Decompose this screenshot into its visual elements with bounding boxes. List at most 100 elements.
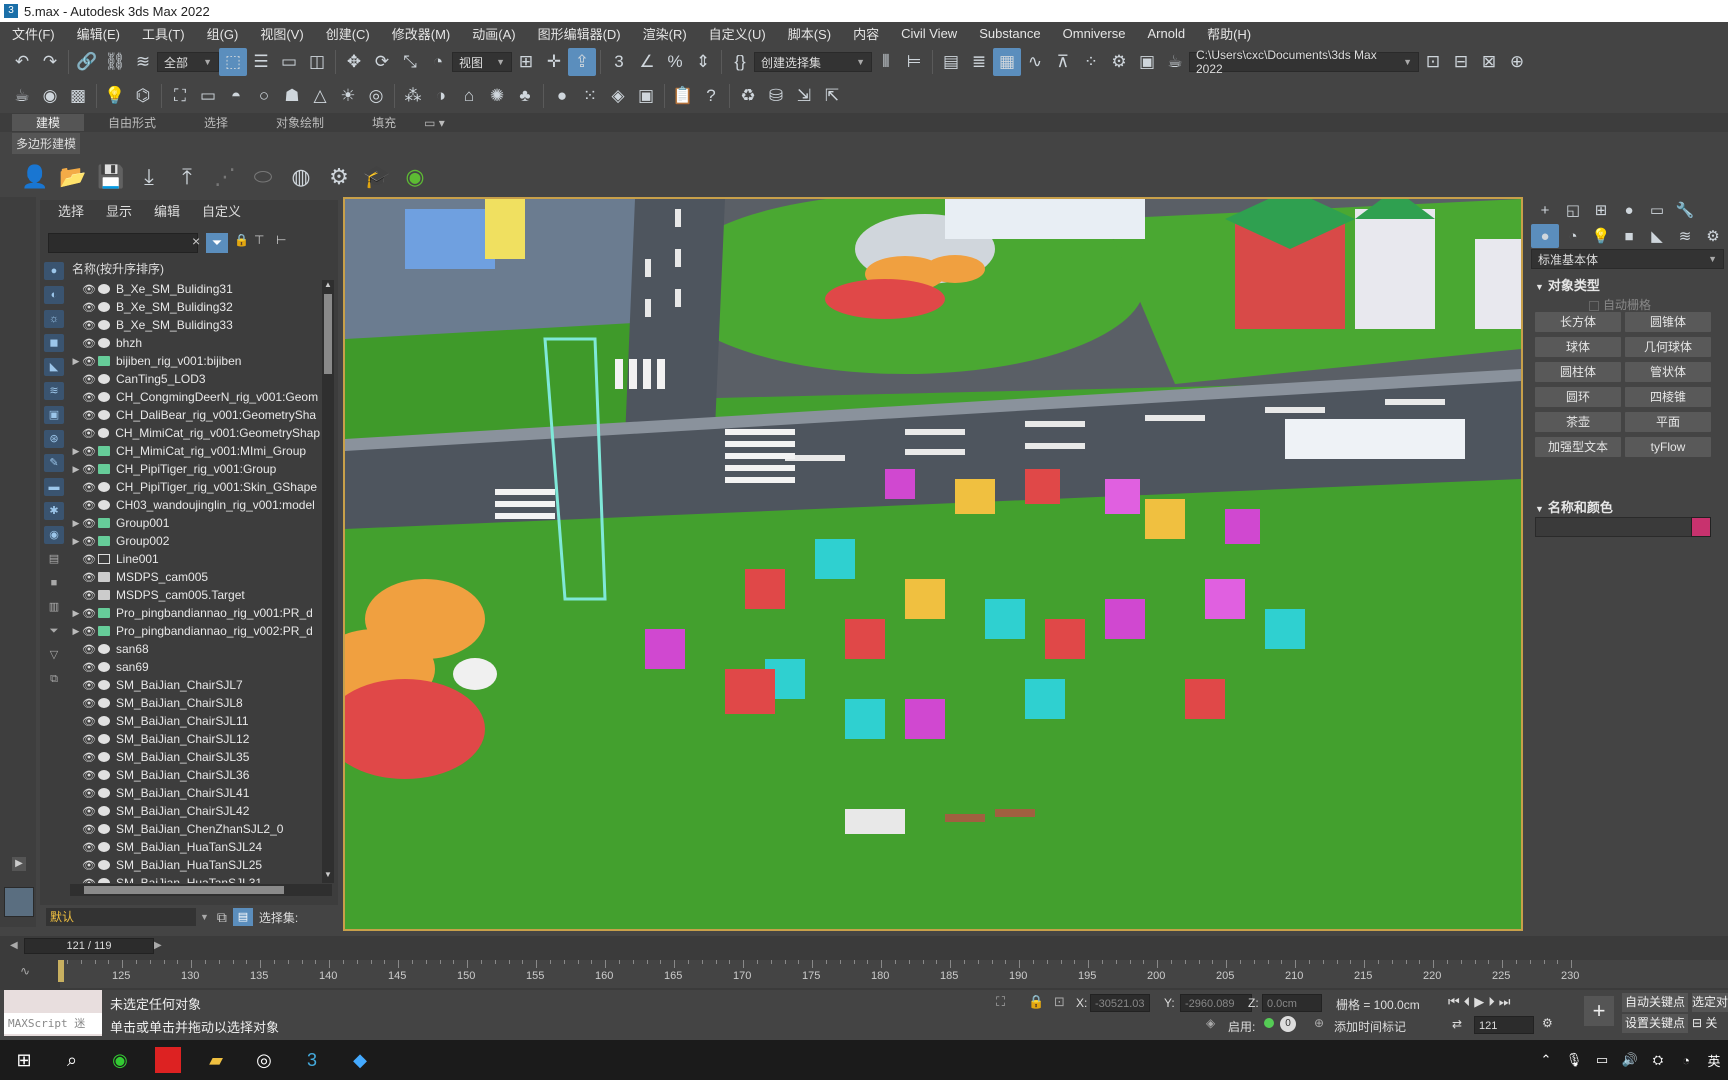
user-icon[interactable]: 👤 <box>16 158 54 196</box>
menu-animation[interactable]: 动画(A) <box>472 24 515 43</box>
maxscript-listener[interactable]: MAXScript 迷 <box>4 990 102 1036</box>
filter-geometry-icon[interactable]: ● <box>44 262 64 280</box>
name-color-rollout[interactable]: ▼ 名称和颜色 <box>1535 497 1613 516</box>
scene-object-row[interactable]: 👁 CH_MimiCat_rig_v001:GeometryShap <box>70 424 320 442</box>
funnel-icon[interactable]: ⏷ <box>44 622 64 640</box>
scene-object-row[interactable]: 👁 SM_BaiJian_ChairSJL36 <box>70 766 320 784</box>
tab-modeling[interactable]: 建模 <box>12 114 85 131</box>
menu-create[interactable]: 创建(C) <box>326 24 370 43</box>
scene-object-row[interactable]: 👁 SM_BaiJian_HuaTanSJL25 <box>70 856 320 874</box>
scene-object-row[interactable]: 👁 SM_BaiJian_ChairSJL35 <box>70 748 320 766</box>
tab-freeform[interactable]: 自由形式 <box>84 114 180 131</box>
menu-view[interactable]: 视图(V) <box>260 24 303 43</box>
se-menu-select[interactable]: 选择 <box>58 201 84 220</box>
scene-object-row[interactable]: 👁 B_Xe_SM_Buliding31 <box>70 280 320 298</box>
cylinder-button[interactable]: 圆柱体 <box>1535 362 1621 382</box>
scroll-up-icon[interactable]: ▲ <box>323 280 333 292</box>
scene-object-row[interactable]: 👁 B_Xe_SM_Buliding32 <box>70 298 320 316</box>
align-icon[interactable]: ⊨ <box>900 48 928 76</box>
visibility-eye-icon[interactable]: 👁 <box>82 283 96 296</box>
utilities-tab-icon[interactable]: 🔧 <box>1671 198 1699 222</box>
expand-arrow-icon[interactable]: ▶ <box>70 608 82 619</box>
track-bar[interactable]: 125 130 135 140 145 150 155 160 165 170 175 180 185 1… <box>58 960 1728 988</box>
filter-shapes-icon[interactable]: ◐ <box>44 286 64 304</box>
filter-xrefs-icon[interactable]: ⊛ <box>44 430 64 448</box>
y-coordinate-field[interactable]: -2960.089 <box>1180 994 1252 1012</box>
render-frame-icon[interactable]: ▩ <box>64 82 92 110</box>
visibility-eye-icon[interactable]: 👁 <box>82 787 96 800</box>
operator-icon[interactable]: ✺ <box>483 82 511 110</box>
scene-object-row[interactable]: 👁 san69 <box>70 658 320 676</box>
time-tag-icon[interactable]: ⊕ <box>1314 1016 1324 1030</box>
polygon-modeling-label[interactable]: 多边形建模 <box>12 133 81 154</box>
scene-object-row[interactable]: 👁 SM_BaiJian_ChairSJL8 <box>70 694 320 712</box>
active-shade-icon[interactable]: ◉ <box>36 82 64 110</box>
snap-3d-icon[interactable]: 3 <box>605 48 633 76</box>
angle-snap-icon[interactable]: ∠ <box>633 48 661 76</box>
curve-editor-mini-icon[interactable]: ∿ <box>20 964 40 984</box>
box-button[interactable]: 长方体 <box>1535 312 1621 332</box>
time-config-icon[interactable]: ⚙ <box>1542 1016 1553 1030</box>
menu-file[interactable]: 文件(F) <box>12 24 55 43</box>
keyboard-shortcut-icon[interactable]: ⇪ <box>568 48 596 76</box>
visibility-eye-icon[interactable]: 👁 <box>82 481 96 494</box>
wechat-icon[interactable]: ◉ <box>96 1040 144 1080</box>
menu-graph-editors[interactable]: 图形编辑器(D) <box>538 24 621 43</box>
list-icon[interactable]: ▤ <box>44 550 64 568</box>
object-type-rollout[interactable]: ▼ 对象类型 <box>1535 275 1600 294</box>
helpers-category-icon[interactable]: ◣ <box>1643 224 1671 248</box>
plane-button[interactable]: 平面 <box>1625 412 1711 432</box>
save-icon[interactable]: ⛁ <box>762 82 790 110</box>
project-set-icon[interactable]: ⊟ <box>1447 48 1475 76</box>
scene-object-row[interactable]: ▶ 👁 Pro_pingbandiannao_rig_v001:PR_d <box>70 604 320 622</box>
sphere-button[interactable]: 球体 <box>1535 337 1621 357</box>
tab-selection[interactable]: 选择 <box>180 114 252 131</box>
menu-scripting[interactable]: 脚本(S) <box>788 24 831 43</box>
visibility-eye-icon[interactable]: 👁 <box>82 715 96 728</box>
upload-icon[interactable]: ⤒ <box>168 158 206 196</box>
lock-icon[interactable]: 🔒 <box>234 233 250 253</box>
globe-icon[interactable]: ◍ <box>282 158 320 196</box>
visibility-eye-icon[interactable]: 👁 <box>82 823 96 836</box>
teapot-icon[interactable]: ☗ <box>278 82 306 110</box>
sphere-light-icon[interactable]: ○ <box>250 82 278 110</box>
dome-icon[interactable]: ◓ <box>222 82 250 110</box>
visibility-eye-icon[interactable]: 👁 <box>82 751 96 764</box>
shapes-category-icon[interactable]: ◔ <box>1559 224 1587 248</box>
scene-object-row[interactable]: 👁 CanTing5_LOD3 <box>70 370 320 388</box>
se-menu-customize[interactable]: 自定义 <box>202 201 241 220</box>
feishu-icon[interactable]: ◆ <box>336 1040 384 1080</box>
isolate-icon[interactable]: ⛶ <box>996 994 1005 1010</box>
geosphere-button[interactable]: 几何球体 <box>1625 337 1711 357</box>
scene-object-row[interactable]: 👁 CH03_wandoujinglin_rig_v001:model <box>70 496 320 514</box>
x-coordinate-field[interactable]: -30521.03 <box>1090 994 1150 1012</box>
render-view-icon[interactable]: ▣ <box>632 82 660 110</box>
visibility-eye-icon[interactable]: 👁 <box>82 391 96 404</box>
set-key-plus-icon[interactable]: + <box>1584 996 1614 1026</box>
visibility-eye-icon[interactable]: 👁 <box>82 607 96 620</box>
key-mode-icon[interactable]: ⇄ <box>1452 1017 1462 1031</box>
object-color-swatch[interactable] <box>1691 517 1711 537</box>
scene-object-row[interactable]: 👁 CH_PipiTiger_rig_v001:Skin_GShape <box>70 478 320 496</box>
visibility-eye-icon[interactable]: 👁 <box>82 697 96 710</box>
geometry-category-icon[interactable]: ● <box>1531 224 1559 248</box>
project-create-icon[interactable]: ⊠ <box>1475 48 1503 76</box>
redo-icon[interactable]: ↷ <box>36 48 64 76</box>
display-tab-icon[interactable]: ▭ <box>1643 198 1671 222</box>
menu-omniverse[interactable]: Omniverse <box>1063 26 1126 41</box>
cameras-category-icon[interactable]: ■ <box>1615 224 1643 248</box>
visibility-eye-icon[interactable]: 👁 <box>82 445 96 458</box>
previous-frame-icon[interactable]: ⏴ <box>1464 994 1475 1009</box>
spacewarps-category-icon[interactable]: ≋ <box>1671 224 1699 248</box>
scatter-icon[interactable]: ⁂ <box>399 82 427 110</box>
motion-tab-icon[interactable]: ● <box>1615 198 1643 222</box>
primitive-type-dropdown[interactable]: 标准基本体 ▼ <box>1531 249 1724 269</box>
filter-bones-icon[interactable]: ✎ <box>44 454 64 472</box>
tray-network-icon[interactable]: ⛭ <box>1644 1040 1672 1080</box>
tray-speaker-icon[interactable]: 🔊 <box>1616 1040 1644 1080</box>
render-teapot-icon[interactable]: ☕ <box>8 82 36 110</box>
menu-modifiers[interactable]: 修改器(M) <box>392 24 451 43</box>
expand-arrow-icon[interactable]: ▶ <box>70 446 82 457</box>
scene-object-row[interactable]: ▶ 👁 Pro_pingbandiannao_rig_v002:PR_d <box>70 622 320 640</box>
zero-badge[interactable]: 0 <box>1280 1016 1296 1032</box>
